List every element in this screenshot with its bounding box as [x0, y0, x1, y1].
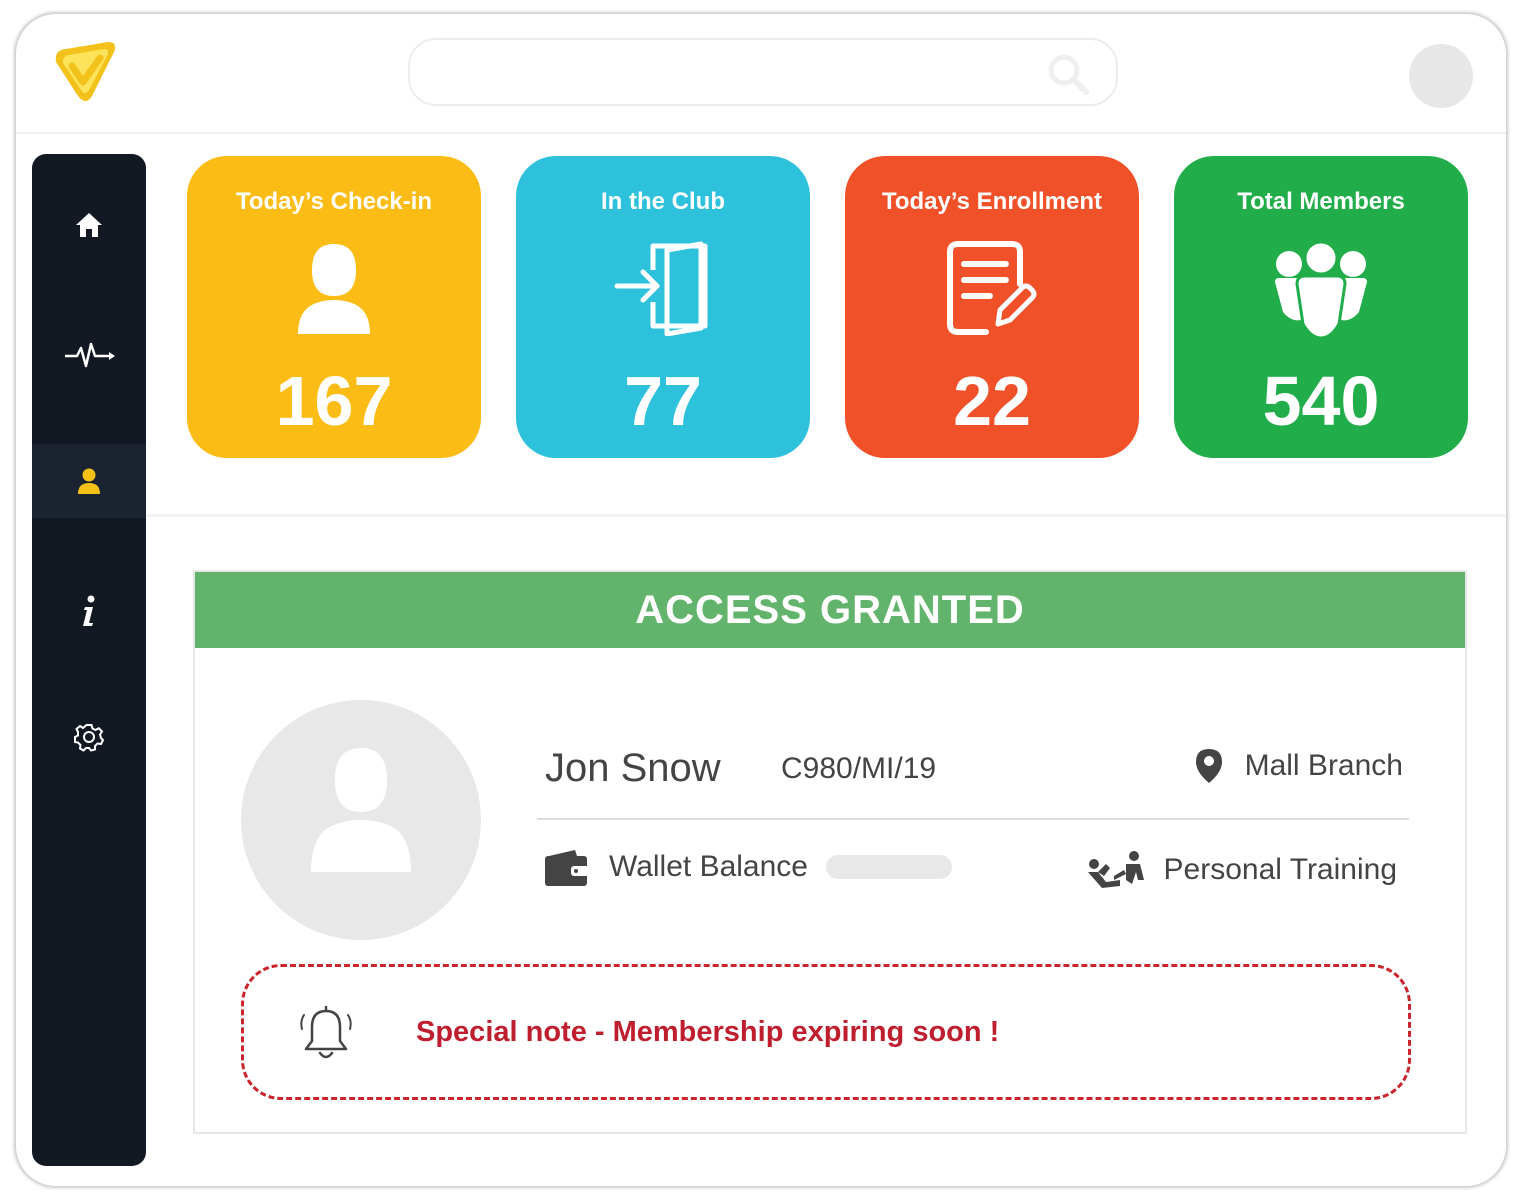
stat-card-in-club[interactable]: In the Club 77 — [516, 156, 810, 458]
group-icon — [1174, 240, 1468, 340]
user-icon — [78, 468, 100, 494]
sidebar-item-settings[interactable] — [32, 700, 146, 774]
stat-card-value: 22 — [953, 362, 1031, 440]
sidebar-item-activity[interactable] — [32, 318, 146, 392]
app-window: Today’s Check-in 167 In the Club 77 Toda… — [16, 14, 1506, 1186]
member-id: C980/MI/19 — [781, 752, 937, 785]
wallet-icon — [545, 850, 589, 886]
stat-card-title: Total Members — [1237, 188, 1405, 215]
special-note-box: Special note - Membership expiring soon … — [241, 964, 1411, 1100]
bell-icon — [300, 1005, 352, 1059]
stat-card-value: 77 — [624, 362, 702, 440]
branch-label: Mall Branch — [1244, 749, 1403, 782]
sidebar-item-home[interactable] — [32, 188, 146, 262]
sidebar-item-members[interactable] — [32, 444, 146, 518]
membership-plan: Personal Training — [1084, 850, 1397, 890]
form-edit-icon — [845, 240, 1139, 340]
search-icon[interactable] — [1046, 52, 1090, 96]
stat-card-value: 167 — [275, 362, 393, 440]
profile-avatar[interactable] — [1409, 44, 1473, 108]
personal-training-icon — [1087, 851, 1144, 888]
home-icon — [76, 213, 102, 237]
section-divider — [146, 514, 1506, 517]
member-branch: Mall Branch — [1195, 748, 1403, 784]
special-note-text: Special note - Membership expiring soon … — [416, 1015, 1000, 1048]
stat-card-title: Today’s Check-in — [235, 188, 433, 215]
stat-card-checkin[interactable]: Today’s Check-in 167 — [187, 156, 481, 458]
sidebar-item-info[interactable] — [32, 574, 146, 648]
brand-logo-icon[interactable] — [50, 36, 120, 106]
stat-card-title: Today’s Enrollment — [881, 188, 1103, 215]
door-enter-icon — [516, 240, 810, 340]
member-name: Jon Snow — [545, 746, 721, 790]
stat-card-total-members[interactable]: Total Members 540 — [1174, 156, 1468, 458]
member-avatar — [241, 700, 481, 940]
wallet-balance-value — [825, 855, 952, 879]
wallet-balance: Wallet Balance — [545, 848, 952, 886]
stat-card-title: In the Club — [601, 188, 725, 215]
wallet-label: Wallet Balance — [609, 850, 808, 883]
sidebar — [32, 154, 146, 1166]
pulse-icon — [65, 342, 115, 368]
info-icon — [83, 595, 95, 626]
gear-icon — [74, 724, 104, 752]
user-icon — [187, 240, 481, 340]
stat-card-enrollment[interactable]: Today’s Enrollment 22 — [845, 156, 1139, 458]
search-input[interactable] — [408, 38, 1118, 106]
access-status-banner: ACCESS GRANTED — [195, 572, 1465, 648]
access-panel: ACCESS GRANTED Jon Snow C980/MI/19 Mall … — [193, 570, 1467, 1134]
stat-card-value: 540 — [1262, 362, 1380, 440]
info-divider — [537, 818, 1409, 820]
location-pin-icon — [1195, 749, 1222, 783]
header-divider — [16, 132, 1506, 134]
plan-label: Personal Training — [1163, 853, 1397, 886]
